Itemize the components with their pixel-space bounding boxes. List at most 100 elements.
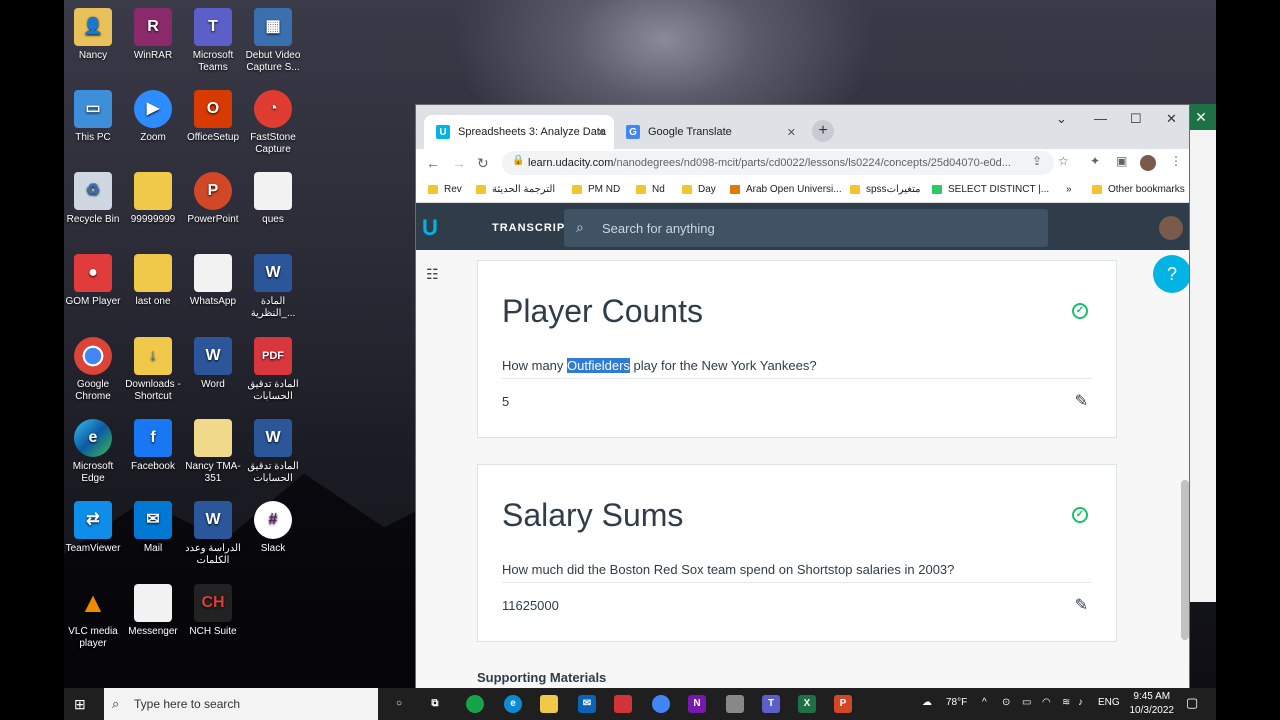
extensions-icon[interactable]: ✦ xyxy=(1090,154,1100,168)
desktop-icon-officesetup[interactable]: O OfficeSetup xyxy=(183,90,243,144)
search-input[interactable]: ⌕ Search for anything xyxy=(564,209,1048,247)
bookmark-item[interactable]: الترجمة الحديثة xyxy=(476,184,555,195)
desktop-icon-almadda3[interactable]: W المادة تدقيق الحسابات xyxy=(243,419,303,485)
app-icon[interactable] xyxy=(614,695,632,713)
desktop-icon-label: الدراسة وعدد الكلمات xyxy=(185,543,241,566)
side-panel-icon[interactable]: ▣ xyxy=(1116,154,1127,168)
excel-window-edge[interactable] xyxy=(1186,104,1216,602)
desktop-icon-nch[interactable]: CH NCH Suite xyxy=(183,584,243,638)
desktop-icon-messenger[interactable]: Messenger xyxy=(123,584,183,638)
help-button[interactable]: ? xyxy=(1153,255,1189,293)
maximize-icon[interactable]: ☐ xyxy=(1130,111,1142,127)
teams-icon[interactable]: T xyxy=(762,695,780,713)
desktop-icon-powerpoint[interactable]: P PowerPoint xyxy=(183,172,243,226)
powerpoint-icon: P xyxy=(194,172,232,210)
desktop-icon-ques[interactable]: ques xyxy=(243,172,303,226)
desktop-icon-99999999[interactable]: 99999999 xyxy=(123,172,183,226)
bookmarks-overflow-button[interactable]: » xyxy=(1066,184,1072,195)
desktop-icon-winrar[interactable]: R WinRAR xyxy=(123,8,183,62)
close-tab-icon[interactable]: ✕ xyxy=(597,126,606,139)
desktop-icon-thispc[interactable]: ▭ This PC xyxy=(63,90,123,144)
weather-icon[interactable]: ☁ xyxy=(922,697,932,708)
desktop-icon-dirasa[interactable]: W الدراسة وعدد الكلمات xyxy=(183,501,243,567)
desktop-icon-nancytma[interactable]: Nancy TMA-351 xyxy=(183,419,243,485)
excel-close-icon[interactable]: ✕ xyxy=(1186,104,1216,130)
desktop-icon-almadda1[interactable]: W المادة _النظرية... xyxy=(243,254,303,320)
desktop-icon-recyclebin[interactable]: ♻ Recycle Bin xyxy=(63,172,123,226)
bookmark-item[interactable]: SELECT DISTINCT |... xyxy=(932,184,1049,195)
network-icon[interactable]: ◠ xyxy=(1042,697,1051,708)
share-icon[interactable]: ⇪ xyxy=(1032,154,1042,168)
language-indicator[interactable]: ENG xyxy=(1098,697,1120,708)
desktop-icon-whatsapp[interactable]: WhatsApp xyxy=(183,254,243,308)
taskbar-search-input[interactable]: ⌕ Type here to search xyxy=(104,688,378,720)
address-bar[interactable]: 🔒 learn.udacity.com/nanodegrees/nd098-mc… xyxy=(502,151,1054,175)
bookmark-item[interactable]: spssمتغيرات xyxy=(850,184,921,195)
desktop-icon-vlc[interactable]: ▲ VLC media player xyxy=(63,584,123,650)
scrollbar[interactable] xyxy=(1181,480,1189,640)
desktop-icon-debut[interactable]: ▦ Debut Video Capture S... xyxy=(243,8,303,74)
wifi-icon[interactable]: ≋ xyxy=(1062,697,1070,708)
bookmark-item[interactable]: PM ND xyxy=(572,184,620,195)
desktop-icon-faststone[interactable]: ◔ FastStone Capture xyxy=(243,90,303,156)
faststone-icon: ◔ xyxy=(254,90,292,128)
desktop-icon-chrome[interactable]: Google Chrome xyxy=(63,337,123,403)
windows-start-icon[interactable]: ⊞ xyxy=(74,696,86,713)
edit-icon[interactable]: ✎ xyxy=(1075,391,1088,411)
file-explorer-icon[interactable] xyxy=(540,695,558,713)
close-tab-icon[interactable]: ✕ xyxy=(787,126,796,139)
desktop-icon-facebook[interactable]: f Facebook xyxy=(123,419,183,473)
volume-icon[interactable]: ♪ xyxy=(1078,697,1083,708)
profile-avatar[interactable] xyxy=(1140,155,1156,171)
tab-google-translate[interactable]: G Google Translate ✕ xyxy=(614,115,804,149)
app-icon[interactable] xyxy=(466,695,484,713)
excel-icon[interactable]: X xyxy=(798,695,816,713)
menu-icon[interactable]: ⋮ xyxy=(1170,154,1182,168)
desktop-icon-zoom[interactable]: ▶ Zoom xyxy=(123,90,183,144)
edge-icon[interactable]: e xyxy=(504,695,522,713)
transcript-button[interactable]: TRANSCRIPT xyxy=(492,222,573,234)
task-view-icon[interactable]: ⧉ xyxy=(426,695,444,713)
clock[interactable]: 9:45 AM 10/3/2022 xyxy=(1130,690,1175,718)
edit-icon[interactable]: ✎ xyxy=(1075,595,1088,615)
desktop-icon-lastone[interactable]: last one xyxy=(123,254,183,308)
desktop-icon-nancy[interactable]: 👤 Nancy xyxy=(63,8,123,62)
notifications-icon[interactable]: ▢ xyxy=(1186,695,1198,711)
forward-icon[interactable]: → xyxy=(452,155,466,171)
desktop-icon-edge[interactable]: e Microsoft Edge xyxy=(63,419,123,485)
desktop-icon-word[interactable]: W Word xyxy=(183,337,243,391)
desktop-icon-almadda2[interactable]: PDF المادة تدقيق الحسابات xyxy=(243,337,303,403)
tab-search-icon[interactable]: ⌄ xyxy=(1056,111,1067,127)
tray-chevron-icon[interactable]: ^ xyxy=(982,697,987,708)
desktop-icon-teamviewer[interactable]: ⇄ TeamViewer xyxy=(63,501,123,555)
app-icon[interactable] xyxy=(726,695,744,713)
desktop-icon-gomplayer[interactable]: ● GOM Player xyxy=(63,254,123,308)
minimize-icon[interactable]: — xyxy=(1094,111,1107,126)
other-bookmarks[interactable]: Other bookmarks xyxy=(1092,184,1185,195)
bookmark-item[interactable]: Nd xyxy=(636,184,665,195)
udacity-logo-icon[interactable]: U xyxy=(422,215,448,241)
bookmark-item[interactable]: Day xyxy=(682,184,716,195)
desktop-icon-teams[interactable]: T Microsoft Teams xyxy=(183,8,243,74)
checklist-icon[interactable]: ☷ xyxy=(426,266,439,283)
powerpoint-icon[interactable]: P xyxy=(834,695,852,713)
battery-icon[interactable]: ▭ xyxy=(1022,697,1031,708)
back-icon[interactable]: ← xyxy=(426,155,440,171)
bookmark-star-icon[interactable]: ☆ xyxy=(1058,154,1069,168)
close-window-icon[interactable]: ✕ xyxy=(1166,111,1177,127)
cortana-icon[interactable]: ○ xyxy=(390,695,408,713)
tab-spreadsheets[interactable]: U Spreadsheets 3: Analyze Data ✕ xyxy=(424,115,614,149)
mail-icon[interactable]: ✉ xyxy=(578,695,596,713)
tray-app-icon[interactable]: ⊙ xyxy=(1002,697,1010,708)
avatar[interactable] xyxy=(1159,216,1183,240)
chrome-icon[interactable] xyxy=(652,695,670,713)
bookmark-item[interactable]: Rev xyxy=(428,184,462,195)
desktop-icon-mail[interactable]: ✉ Mail xyxy=(123,501,183,555)
reload-icon[interactable]: ↻ xyxy=(477,155,489,172)
desktop-icon-slack[interactable]: # Slack xyxy=(243,501,303,555)
weather-temp[interactable]: 78°F xyxy=(946,697,967,708)
desktop-icon-downloads[interactable]: ↓ Downloads - Shortcut xyxy=(123,337,183,403)
new-tab-button[interactable]: + xyxy=(812,120,834,142)
bookmark-item[interactable]: Arab Open Universi... xyxy=(730,184,842,195)
onenote-icon[interactable]: N xyxy=(688,695,706,713)
